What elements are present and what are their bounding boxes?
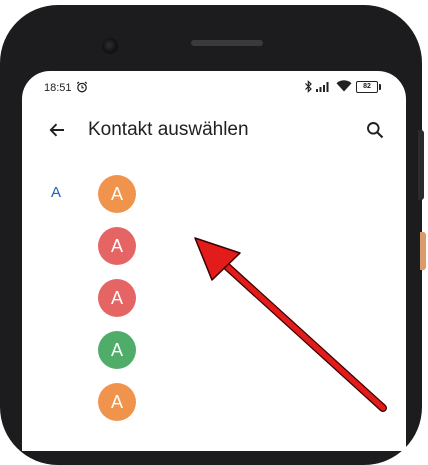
contact-avatar[interactable]: A	[98, 331, 136, 369]
phone-frame: 18:51 82 Kontakt auswählen A A A A A A	[0, 5, 422, 465]
section-letter: A	[51, 184, 62, 201]
volume-button	[418, 130, 424, 200]
contact-avatar[interactable]: A	[98, 279, 136, 317]
contact-avatar[interactable]: A	[98, 227, 136, 265]
contact-avatar[interactable]: A	[98, 175, 136, 213]
search-icon[interactable]	[366, 121, 384, 139]
phone-screen: 18:51 82 Kontakt auswählen A A A A A A	[22, 71, 406, 451]
status-time: 18:51	[44, 82, 72, 94]
battery-icon: 82	[356, 81, 381, 93]
signal-icon	[316, 82, 329, 92]
back-arrow-icon[interactable]	[48, 121, 66, 139]
alarm-icon	[76, 81, 88, 93]
app-bar: Kontakt auswählen	[22, 105, 406, 157]
contact-avatar[interactable]: A	[98, 383, 136, 421]
power-button	[420, 232, 426, 270]
front-camera	[102, 38, 118, 54]
page-title: Kontakt auswählen	[88, 119, 249, 140]
battery-level: 82	[363, 83, 371, 90]
wifi-icon	[336, 80, 352, 92]
earpiece-speaker	[191, 40, 263, 46]
bluetooth-icon	[305, 80, 312, 93]
status-bar: 18:51 82	[22, 71, 406, 105]
